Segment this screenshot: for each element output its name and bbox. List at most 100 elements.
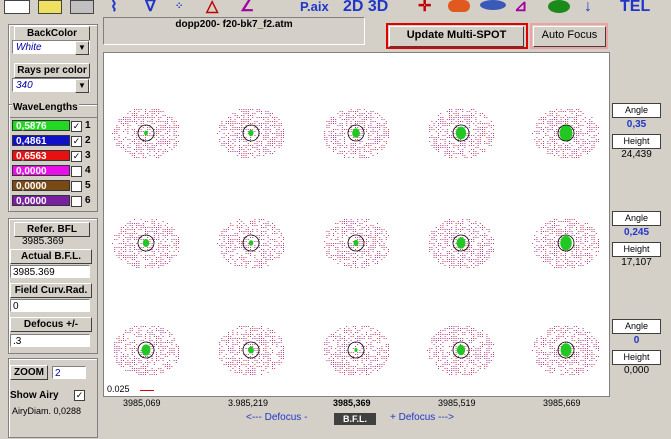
wavelength-checkbox-2[interactable]: ✓: [71, 136, 82, 147]
update-multi-spot-button[interactable]: Update Multi-SPOT: [389, 26, 524, 47]
wavelength-checkbox-1[interactable]: ✓: [71, 121, 82, 132]
spot-diagram: [114, 326, 179, 375]
height-value: 24,439: [621, 149, 652, 160]
spot-diagram: [429, 219, 494, 268]
triangle-icon[interactable]: △: [206, 0, 230, 15]
spot-diagram: [112, 109, 179, 158]
defocus-tick-label: 3985,069: [123, 398, 161, 408]
angle-value: 0,245: [623, 227, 650, 238]
airy-diameter: AiryDiam. 0,0288: [12, 406, 82, 416]
refer-bfl-value: 3985.369: [22, 236, 64, 247]
curve-icon[interactable]: ∠: [240, 0, 262, 15]
field-curv-field[interactable]: 0: [10, 299, 90, 312]
arrow-icon[interactable]: ↓: [584, 0, 598, 15]
ray-icon[interactable]: ∇: [145, 0, 161, 15]
spot-diagram-svg: [112, 109, 599, 375]
backcolor-select[interactable]: White ▼: [12, 40, 90, 55]
wavelength-number: 2: [85, 135, 91, 146]
backcolor-label: BackColor: [14, 26, 90, 41]
defocus-tick-label: 3985,369: [333, 398, 371, 408]
defocus-tick-label: 3985,669: [543, 398, 581, 408]
wavelength-number: 6: [85, 195, 91, 206]
field-curv-label: Field Curv.Rad.: [10, 283, 92, 298]
height-label: Height: [612, 242, 661, 257]
rays-label: Rays per color: [14, 63, 90, 78]
actual-bfl-field[interactable]: 3985.369: [10, 265, 90, 278]
spot-diagram: [112, 219, 179, 268]
wavelength-checkbox-4[interactable]: [71, 166, 82, 177]
chevron-down-icon[interactable]: ▼: [75, 79, 89, 93]
plot-icon[interactable]: ⊿: [514, 0, 534, 15]
auto-focus-button[interactable]: Auto Focus: [533, 26, 606, 47]
spot-diagram: [532, 109, 599, 158]
refer-bfl-label: Refer. BFL: [14, 222, 90, 237]
spot-icon[interactable]: ⁘: [175, 0, 201, 14]
bfl-marker: B.F.L.: [334, 413, 376, 425]
spot-diagram: [532, 219, 599, 268]
lens-icon[interactable]: ⌇: [110, 0, 132, 15]
angle-label: Angle: [612, 319, 661, 334]
wavelength-number: 5: [85, 180, 91, 191]
2d-3d-button[interactable]: 2D 3D: [343, 0, 403, 15]
wavelength-field-1[interactable]: 0,5876: [12, 120, 70, 132]
spot-diagram: [427, 326, 494, 375]
zoom-field[interactable]: 2: [52, 366, 86, 379]
angle-label: Angle: [612, 211, 661, 226]
angle-value: 0,35: [626, 119, 647, 130]
rays-value: 340: [16, 80, 33, 91]
angle-value: 0: [633, 335, 640, 346]
height-value: 0,000: [623, 365, 650, 376]
surface-icon[interactable]: [448, 0, 470, 12]
psf-3d-icon[interactable]: [480, 0, 506, 10]
defocus-tick-label: 3.985,219: [228, 398, 269, 408]
spot-diagram: [219, 326, 284, 375]
cross-icon[interactable]: ✛: [418, 0, 436, 15]
scale-bar: [140, 390, 154, 391]
wavelength-field-5[interactable]: 0,0000: [12, 180, 70, 192]
height-label: Height: [612, 350, 661, 365]
toolbar-window-icon[interactable]: [4, 0, 30, 14]
defocus-tick-label: 3985,519: [438, 398, 476, 408]
defocus-right-label: + Defocus --->: [390, 412, 454, 423]
wavelength-checkbox-5[interactable]: [71, 181, 82, 192]
height-value: 17,107: [621, 257, 652, 268]
spot-diagram: [532, 326, 599, 375]
wavelength-checkbox-6[interactable]: [71, 196, 82, 207]
height-label: Height: [612, 134, 661, 149]
wavelength-field-4[interactable]: 0,0000: [12, 165, 70, 177]
spot-diagram: [324, 109, 389, 158]
rays-select[interactable]: 340 ▼: [12, 78, 90, 93]
toolbar: ⌇ ∇ ⁘ △ ∠ P.aix 2D 3D ✛ ⊿ ↓ TEL: [0, 0, 671, 16]
defocus-left-label: <--- Defocus -: [246, 412, 308, 423]
file-title: dopp200- f20-bk7_f2.atm: [103, 17, 365, 45]
wavelength-number: 4: [85, 165, 91, 176]
folder-icon[interactable]: [38, 0, 62, 14]
defocus-field[interactable]: .3: [10, 334, 90, 347]
show-airy-label: Show Airy: [10, 390, 59, 401]
wavelength-field-3[interactable]: 0,6563: [12, 150, 70, 162]
wavelength-number: 1: [85, 120, 91, 131]
backcolor-value: White: [16, 42, 42, 53]
tel-button[interactable]: TEL: [620, 0, 660, 15]
left-panel: BackColor White ▼ Rays per color 340 ▼ W…: [4, 20, 98, 438]
chevron-down-icon[interactable]: ▼: [75, 41, 89, 55]
spot-diagram: [324, 326, 389, 375]
wavelength-field-6[interactable]: 0,0000: [12, 195, 70, 207]
zoom-button[interactable]: ZOOM: [10, 365, 48, 380]
spot-diagram: [429, 109, 494, 158]
wavelength-number: 3: [85, 150, 91, 161]
actual-bfl-label: Actual B.F.L.: [10, 249, 92, 264]
wavelengths-label: WaveLengths: [12, 102, 79, 113]
spot-diagram: [217, 219, 284, 268]
spot-diagram-area[interactable]: 0.025: [103, 52, 610, 397]
spot-diagram: [217, 109, 284, 158]
wavelength-checkbox-3[interactable]: ✓: [71, 151, 82, 162]
angle-label: Angle: [612, 103, 661, 118]
save-icon[interactable]: [70, 0, 94, 14]
wavelength-field-2[interactable]: 0,4861: [12, 135, 70, 147]
interferogram-icon[interactable]: [548, 0, 570, 13]
scale-label: 0.025: [107, 384, 130, 394]
show-airy-checkbox[interactable]: ✓: [74, 390, 85, 401]
paix-button[interactable]: P.aix: [300, 0, 332, 14]
spot-diagram: [324, 219, 389, 268]
